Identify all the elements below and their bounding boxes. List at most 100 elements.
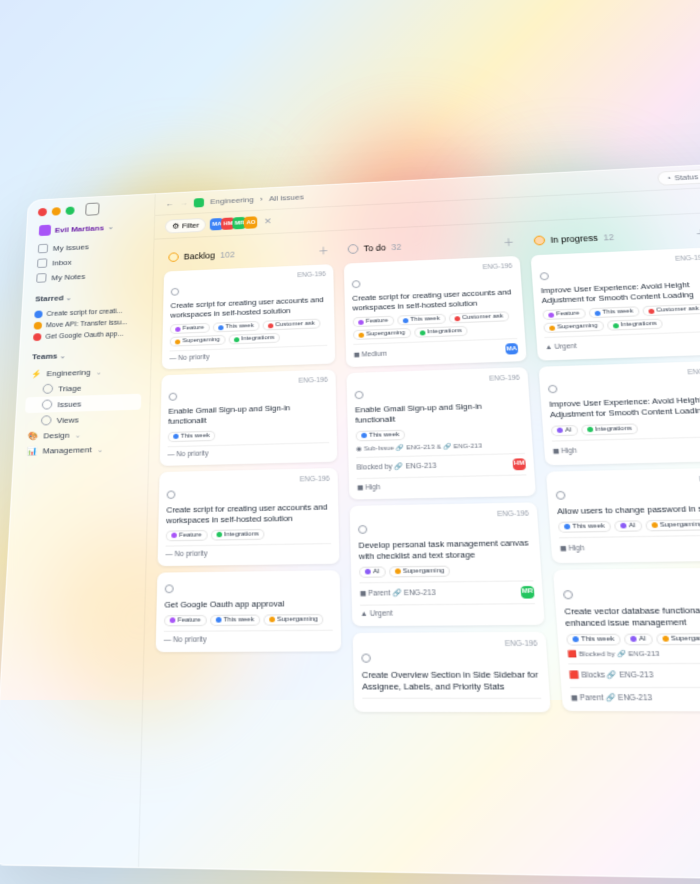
team-emoji-icon: ⚡ [31,370,42,379]
label-tag[interactable]: Feature [166,530,208,541]
sub-icon [41,415,52,425]
issue-card[interactable]: ENG-196Create script for creating user a… [158,467,340,565]
chevron-right-icon: › [260,195,263,203]
sidebar-toggle-icon[interactable] [85,202,99,215]
priority-label: — No priority [169,354,209,362]
assignee-avatar[interactable]: HM [512,458,526,470]
status-icon [167,490,176,499]
label-tag[interactable]: Supergaming [353,328,411,340]
status-icon [556,490,566,499]
priority-label: Blocked by 🔗 ENG-213 [356,461,436,471]
priority-label: — No priority [167,450,208,458]
label-tag[interactable]: Feature [353,316,394,327]
column-title: Backlog [184,250,215,261]
label-tag[interactable]: Customer ask [642,304,700,316]
column-title: To do [364,242,387,252]
column-count: 12 [603,232,614,242]
status-icon [355,391,364,399]
status-icon [169,393,178,401]
tag-row: FeatureThis weekCustomer ask SupergamingI… [353,311,517,340]
priority-label: — No priority [164,636,207,644]
issue-card[interactable]: ENG-196Develop personal task management … [350,502,545,626]
chevron-down-icon: ⌄ [74,431,81,439]
issue-title: Create script for creating user accounts… [170,295,327,321]
issue-id: ENG-196 [547,368,700,381]
nav-fwd-icon[interactable]: → [180,199,188,208]
priority-label: ◼ Parent 🔗 ENG-213 [360,588,436,598]
card-footer-2: ◼ Parent 🔗 ENG-213 [570,687,700,703]
issue-card[interactable]: ENG-196Improve User Experience: Avoid He… [531,247,700,361]
breadcrumb-team[interactable]: Engineering [210,195,254,205]
issue-card[interactable]: ENG-196Create script for creating user a… [344,256,527,367]
label-tag[interactable]: Supergaming [543,321,604,333]
label-tag[interactable]: Feature [542,309,585,321]
label-tag[interactable]: This week [397,314,446,326]
breadcrumb-view[interactable]: All issues [269,193,304,203]
label-tag[interactable]: AI [614,520,642,532]
label-tag[interactable]: Integrations [581,423,639,435]
issue-card[interactable]: ENG-196Create script for creating user a… [162,264,335,369]
label-tag[interactable]: Integrations [228,333,280,345]
label-tag[interactable]: AI [551,425,578,436]
team-item[interactable]: 📊Management⌄ [22,441,140,459]
label-tag[interactable]: Feature [170,323,210,334]
filter-button[interactable]: ⚙ Filter [165,218,206,234]
add-card-button[interactable]: ＋ [318,243,329,258]
card-footer [362,698,541,704]
issue-card[interactable]: ENG-196Create Overview Section in Side S… [353,632,551,713]
tag-row: Feature This weekSupergaming [164,614,333,626]
app-window: Evil Martians ⌄ My IssuesInboxMy Notes S… [0,155,700,884]
label-tag[interactable]: Customer ask [448,312,509,324]
label-tag[interactable]: This week [566,634,621,646]
card-footer: 🟥 Blocks 🔗 ENG-213HM [568,663,700,683]
issue-card[interactable]: ENG-196Create vector database functional… [553,567,700,711]
label-tag[interactable]: AI [624,633,653,645]
column-header[interactable]: In progress 12＋ [529,223,700,250]
starred-heading[interactable]: Starred ⌄ [31,285,144,306]
label-tag[interactable]: AI [359,566,385,577]
label-tag[interactable]: Supergaming [655,633,700,645]
workspace-switcher[interactable]: Evil Martians ⌄ [35,218,146,238]
label-tag[interactable]: Integrations [607,319,664,331]
assignee-avatar[interactable]: MA [505,343,518,355]
add-card-button[interactable]: ＋ [694,225,700,240]
label-tag[interactable]: Supergaming [170,335,226,347]
assignee-avatar[interactable]: MR [521,586,535,599]
close-icon[interactable] [38,207,47,215]
status-filter[interactable]: ◔ Status ⌄ [657,169,700,186]
teams-heading[interactable]: Teams ⌄ [28,343,143,364]
add-card-button[interactable]: ＋ [503,234,515,249]
assignee-avatars[interactable]: MAHMMRAO [212,216,257,230]
issue-card[interactable]: ENG-196Improve User Experience: Avoid He… [539,361,700,465]
issue-card[interactable]: ENG-196Enable Gmail Sign-up and Sign-in … [346,367,535,499]
issue-card[interactable]: Get Google Oauth app approval Feature This… [156,570,342,652]
nav-back-icon[interactable]: ← [165,200,173,209]
avatar[interactable]: AO [244,216,257,229]
tag-row: This week [356,426,524,441]
column-header[interactable]: To do 32＋ [343,232,519,258]
label-tag[interactable]: Supergaming [389,565,451,577]
sidebar: Evil Martians ⌄ My IssuesInboxMy Notes S… [0,194,156,867]
label-tag[interactable]: This week [168,430,215,441]
issue-title: Get Google Oauth app approval [164,598,332,611]
tag-row: FeatureIntegrations [166,528,331,541]
label-tag[interactable]: Customer ask [262,319,320,331]
label-tag[interactable]: This week [588,307,639,319]
status-dot-icon [34,322,42,330]
label-tag[interactable]: Integrations [414,326,468,338]
label-tag[interactable]: Supergaming [645,519,700,531]
tag-row: FeatureThis weekCustomer ask SupergamingI… [542,304,700,334]
label-tag[interactable]: This week [558,520,611,532]
minimize-icon[interactable] [52,207,61,216]
label-tag[interactable]: This week [213,321,260,332]
clear-filter-icon[interactable]: ✕ [264,216,272,227]
label-tag[interactable]: This week [210,614,260,626]
label-tag[interactable]: This week [356,429,406,441]
column-header[interactable]: Backlog 102＋ [164,241,333,266]
label-tag[interactable]: Integrations [211,529,265,541]
label-tag[interactable]: Feature [164,615,206,626]
label-tag[interactable]: Supergaming [263,614,324,626]
issue-card[interactable]: ENG-196Enable Gmail Sign-up and Sign-in … [160,370,338,466]
maximize-icon[interactable] [65,206,74,215]
issue-card[interactable]: ENG-196Allow users to change password in… [546,467,700,563]
